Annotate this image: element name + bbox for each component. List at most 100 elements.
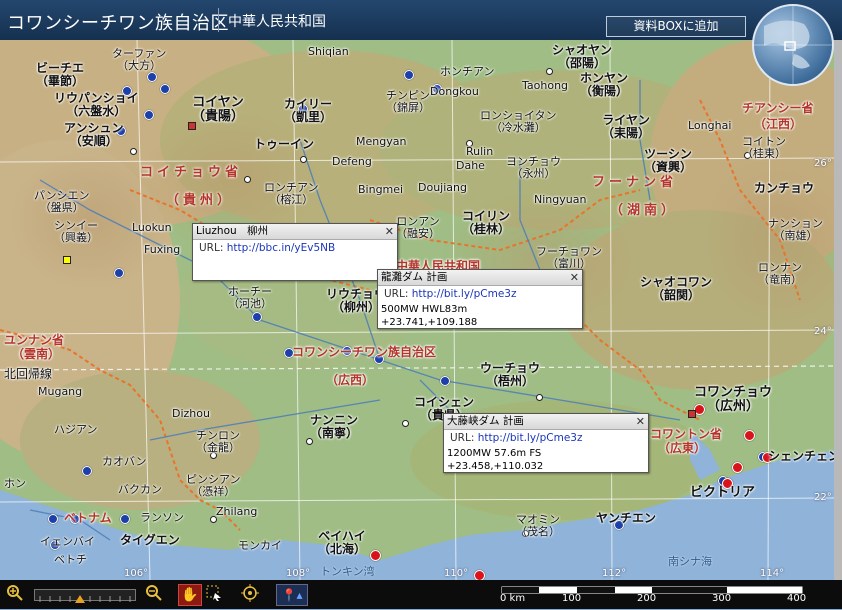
popup-link[interactable]: http://bit.ly/pCme3z [478,432,583,444]
globe-overview[interactable] [752,4,834,86]
place-label: シャオヤン （邵陽） [552,43,613,70]
place-label: コイヤン （貴陽） [192,95,245,124]
popup-title: 大藤峡ダム 計画 ✕ [444,414,648,430]
province-label: （広西） [326,373,375,387]
place-label: ターファン （大方） [112,47,167,72]
province-label: フーナン省 [592,175,678,190]
zoom-out-button[interactable] [144,584,164,604]
place-label: Dongkou [430,85,479,98]
sea-label: 南シナ海 [668,555,712,568]
province-label: チアンシー省 [742,101,814,115]
place-label: ツーシン （資興） [644,147,693,174]
province-label: （広東） [658,441,707,455]
pin-marker[interactable] [147,72,157,82]
red-pin-marker[interactable] [474,570,485,580]
place-label: イェンバイ [40,535,95,548]
sea-label: トンキン湾 [320,565,375,578]
place-label: Dahe [456,159,485,172]
zoom-slider-track [39,595,131,603]
place-label: ロンチアン （榕江） [264,181,319,206]
close-icon[interactable]: ✕ [636,414,645,429]
pin-marker[interactable] [114,268,124,278]
place-label: ベイハイ （北海） [318,529,367,556]
red-pin-marker[interactable] [744,430,755,441]
scale-tick: 400 [787,593,807,604]
place-label: Defeng [332,155,372,168]
map-edge-strip [834,40,842,580]
place-label: Bingmei [358,183,404,196]
zoom-slider[interactable] [34,589,136,603]
popup-body: 500MW HWL83m +23.741,+109.188 [378,302,582,330]
pin-marker[interactable] [120,514,130,524]
place-label: ホン [4,477,26,490]
place-label: ベトチ [54,553,87,566]
pin-marker[interactable] [404,70,414,80]
place-label: Mugang [38,385,83,398]
city-marker [402,420,409,427]
add-to-box-button[interactable]: 資料BOXに追加 [606,16,746,37]
red-pin-marker[interactable] [732,462,743,473]
place-label: バクカン [118,483,162,496]
url-label: URL: [450,432,475,444]
place-label: ビクトリア [690,485,756,500]
info-popup: 大藤峡ダム 計画 ✕ URL: http://bit.ly/pCme3z 1200… [443,413,649,473]
pan-button[interactable]: ✋ [178,584,202,606]
pin-marker[interactable] [160,84,170,94]
close-icon[interactable]: ✕ [570,270,579,285]
tropic-label: 北回帰線 [4,367,53,381]
close-icon[interactable]: ✕ [385,224,394,239]
select-button[interactable] [204,584,224,604]
place-label: ホンチアン [440,65,495,78]
place-label: ヨンチョウ （永州） [506,155,561,180]
place-label: Longhai [688,119,732,132]
place-label: シャオコワン （韶関） [640,275,713,302]
pin-marker[interactable] [82,466,92,476]
province-label: （雲南） [12,347,61,361]
pin-tool-button[interactable]: 📍▴ [276,584,308,606]
pin-icon: 📍▴ [281,588,303,602]
globe-icon [754,6,832,84]
city-marker [536,394,543,401]
place-label: マオミン （茂名） [516,513,560,538]
zoom-in-button[interactable] [5,584,25,604]
place-label: ホーチー （河池） [228,285,272,310]
place-label: カンチョウ [754,181,815,195]
longitude-label: 112° [602,568,627,579]
pin-marker[interactable] [440,376,450,386]
pin-marker[interactable] [252,312,262,322]
place-label: シンイー （興義） [54,219,98,244]
province-label: コワントン省 [650,427,723,441]
red-pin-marker[interactable] [370,550,381,561]
popup-url-row: URL: http://bit.ly/pCme3z [444,430,648,446]
url-label: URL: [199,242,224,254]
pin-marker[interactable] [48,514,58,524]
country-label: ベトナム [64,511,112,525]
map-canvas[interactable]: コイチョウ省 （貴州） フーナン省 （湖南） チアンシー省 （江西） ユンナン省… [0,40,834,580]
zoom-in-icon [7,585,23,601]
place-label: ピンシアン （憑祥） [186,473,241,498]
popup-title: Liuzhou 柳州 ✕ [193,224,397,240]
latitude-label: 22° [814,492,832,503]
popup-body: 1200MW 57.6m FS +23.458,+110.032 [444,446,648,474]
city-marker [300,156,307,163]
scale-tick: 100 [562,593,582,604]
place-label: ライヤン （耒陽） [602,113,651,140]
place-label: ホンヤン （衡陽） [580,71,629,98]
place-label: チンピン （錦屏） [386,89,430,114]
target-button[interactable] [240,584,260,604]
popup-link[interactable]: http://bbc.in/yEv5NB [227,242,336,254]
province-label: （湖南） [610,203,679,218]
latitude-label: 26° [814,158,832,169]
select-icon [206,585,221,601]
place-label: Taohong [522,79,569,92]
popup-link[interactable]: http://bit.ly/pCme3z [412,288,517,300]
scale-tick: 0 km [500,593,526,604]
place-label: ナンション （南雄） [768,217,823,242]
popup-line: 500MW HWL83m [381,304,468,315]
popup-line: 1200MW 57.6m FS [447,448,542,459]
place-label: ロンショイタン （冷水灘） [480,109,557,134]
place-label: コイトン （桂東） [742,135,786,160]
popup-title: 龍灘ダム 計画 ✕ [378,270,582,286]
pin-marker[interactable] [144,110,154,120]
selected-marker [63,256,71,264]
